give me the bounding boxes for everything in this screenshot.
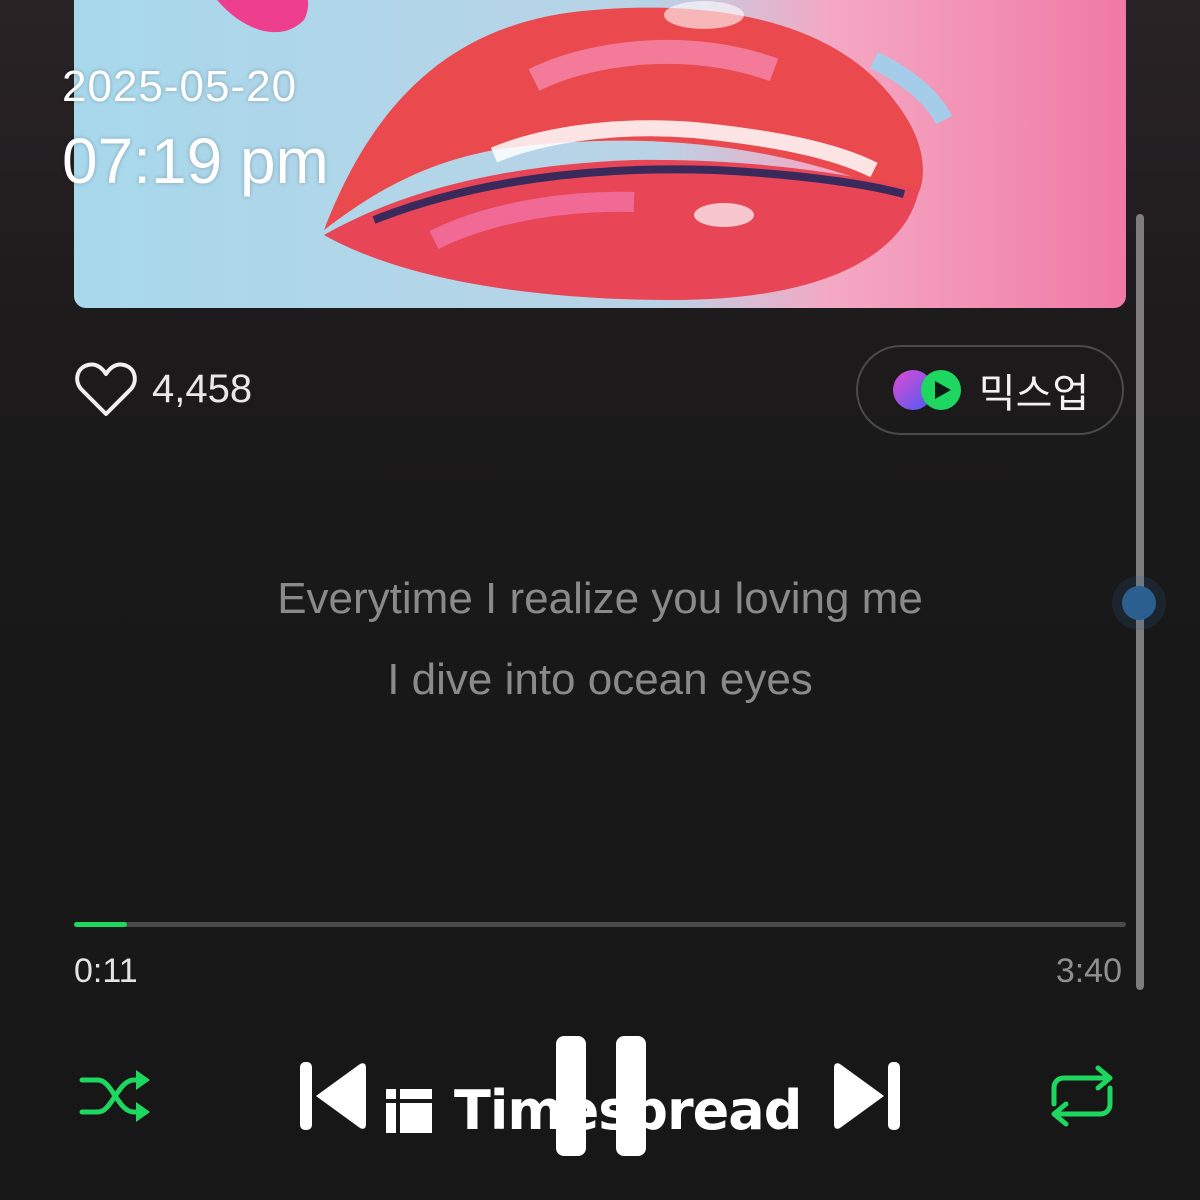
progress-bar[interactable] bbox=[74, 922, 1126, 927]
lyrics-scroll-handle[interactable] bbox=[1122, 586, 1156, 620]
shuffle-button[interactable] bbox=[78, 1066, 154, 1126]
date-stamp: 2025-05-20 bbox=[62, 62, 298, 111]
time-stamp: 07:19 pm bbox=[62, 125, 329, 197]
repeat-button[interactable] bbox=[1046, 1064, 1118, 1128]
mixup-icon bbox=[892, 370, 961, 410]
progress-fill bbox=[74, 922, 127, 927]
heart-outline-icon bbox=[75, 362, 137, 416]
mixup-button[interactable]: 믹스업 bbox=[856, 345, 1124, 435]
watermark: Timespread bbox=[384, 1078, 802, 1142]
like-count: 4,458 bbox=[152, 366, 253, 411]
skip-previous-icon bbox=[300, 1062, 366, 1130]
shuffle-icon bbox=[79, 1070, 150, 1122]
mixup-label: 믹스업 bbox=[978, 371, 1090, 417]
timespread-logo-icon bbox=[386, 1089, 432, 1133]
next-button[interactable] bbox=[832, 1058, 904, 1134]
repeat-icon bbox=[1051, 1065, 1113, 1127]
current-time: 0:11 bbox=[74, 952, 138, 990]
like-button[interactable]: 4,458 bbox=[74, 360, 252, 418]
lyric-line[interactable]: Everytime I realize you loving me bbox=[0, 574, 1200, 624]
duration: 3:40 bbox=[1055, 952, 1122, 990]
watermark-text: Timespread bbox=[454, 1078, 802, 1142]
previous-button[interactable] bbox=[296, 1058, 368, 1134]
skip-next-icon bbox=[834, 1062, 900, 1130]
lyric-line[interactable]: I dive into ocean eyes bbox=[0, 655, 1200, 705]
